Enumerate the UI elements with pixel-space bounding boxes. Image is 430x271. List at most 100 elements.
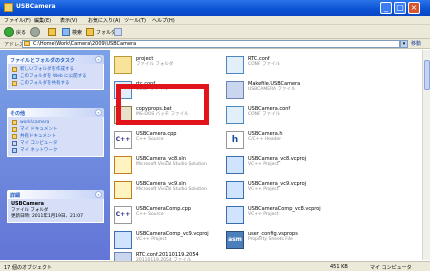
web-publish-icon: [12, 74, 17, 79]
place-label: 共有ドキュメント: [20, 134, 56, 139]
vcproj-file-icon: [114, 231, 132, 249]
vcproj-file-icon: [226, 156, 244, 174]
details-header[interactable]: 詳細 «: [7, 190, 104, 199]
place-my-documents[interactable]: マイ ドキュメント: [11, 126, 100, 133]
file-tasks-body: 新しいフォルダを作成する このフォルダを Web に公開する このフォルダを共有…: [7, 64, 104, 90]
folders-label[interactable]: フォルダ: [96, 29, 116, 36]
place-label: マイ ネットワーク: [20, 148, 58, 153]
collapse-icon[interactable]: «: [95, 109, 102, 116]
file-tasks-panel: ファイルとフォルダのタスク « 新しいフォルダを作成する このフォルダを Web…: [7, 55, 104, 90]
place-my-network[interactable]: マイ ネットワーク: [11, 147, 100, 154]
address-dropdown-icon[interactable]: ▾: [400, 40, 408, 48]
task-label: このフォルダを共有する: [20, 81, 70, 86]
address-bar: アドレス(D) C:\Home\Work\Camera\2009\USBCame…: [0, 39, 430, 49]
file-item-makefile[interactable]: Makefile.USBCamera USBCAMERA ファイル: [222, 79, 372, 103]
cpp-file-icon: C++: [114, 206, 132, 224]
place-label: マイ コンピュータ: [20, 141, 58, 146]
task-new-folder[interactable]: 新しいフォルダを作成する: [11, 66, 100, 73]
search-icon[interactable]: [62, 28, 70, 36]
file-tasks-title: ファイルとフォルダのタスク: [10, 58, 76, 64]
forward-icon[interactable]: [30, 27, 40, 37]
menu-file[interactable]: ファイル(F): [4, 17, 31, 24]
file-list: project ファイル フォルダ RTC.conf CONF ファイル rtc…: [110, 50, 422, 270]
place-label: work\camera: [20, 120, 50, 125]
status-location: マイ コンピュータ: [370, 265, 412, 271]
cpp-file-icon: C++: [114, 131, 132, 149]
new-folder-icon: [12, 67, 17, 72]
solution-file-icon: [114, 181, 132, 199]
folder-icon: [114, 56, 132, 74]
file-item-vc9-vcproj[interactable]: USBCamera_vc9.vcproj VC++ Project: [222, 179, 372, 203]
go-button[interactable]: 移動: [411, 40, 421, 47]
menu-favorites[interactable]: お気に入り(A): [88, 17, 120, 24]
details-modified: 更新日時: 2011年1月19日、21:07: [11, 214, 83, 219]
config-file-icon: [226, 106, 244, 124]
folder-icon: [4, 3, 13, 12]
address-folder-icon: [24, 41, 30, 46]
status-size: 451 KB: [330, 264, 348, 270]
title-bar: USBCamera _ □ ×: [0, 0, 430, 16]
config-file-icon: [226, 56, 244, 74]
back-icon[interactable]: [4, 27, 14, 37]
file-tasks-header[interactable]: ファイルとフォルダのタスク «: [7, 55, 104, 64]
vertical-scrollbar[interactable]: [422, 50, 430, 260]
collapse-icon[interactable]: «: [95, 56, 102, 63]
file-item-vc8-vcproj[interactable]: USBCamera_vc8.vcproj VC++ Project: [222, 154, 372, 178]
makefile-icon: [226, 81, 244, 99]
other-places-panel: その他 « work\camera マイ ドキュメント 共有ドキュメント マイ …: [7, 108, 104, 157]
minimize-button[interactable]: _: [380, 2, 392, 14]
other-places-body: work\camera マイ ドキュメント 共有ドキュメント マイ コンピュータ…: [7, 117, 104, 157]
details-name: USBCamera: [11, 201, 44, 207]
highlight-box: [116, 84, 209, 125]
status-bar: 17 個のオブジェクト 451 KB マイ コンピュータ: [0, 261, 430, 271]
share-folder-icon: [12, 81, 17, 86]
menu-view[interactable]: 表示(V): [60, 17, 77, 24]
solution-file-icon: [114, 156, 132, 174]
task-label: このフォルダを Web に公開する: [20, 74, 87, 79]
menu-help[interactable]: ヘルプ(H): [152, 17, 175, 24]
menu-tools[interactable]: ツール(T): [124, 17, 146, 24]
maximize-button[interactable]: □: [394, 2, 406, 14]
address-input[interactable]: C:\Home\Work\Camera\2009\USBCamera: [22, 40, 400, 48]
close-button[interactable]: ×: [408, 2, 420, 14]
other-places-header[interactable]: その他 «: [7, 108, 104, 117]
scrollbar-thumb[interactable]: [424, 60, 430, 90]
task-label: 新しいフォルダを作成する: [20, 67, 74, 72]
computer-icon: [12, 141, 17, 146]
file-item-rtc-conf-upper[interactable]: RTC.conf CONF ファイル: [222, 54, 372, 78]
documents-icon: [12, 127, 17, 132]
address-path: C:\Home\Work\Camera\2009\USBCamera: [33, 41, 137, 47]
place-shared-documents[interactable]: 共有ドキュメント: [11, 133, 100, 140]
task-share-folder[interactable]: このフォルダを共有する: [11, 80, 100, 87]
details-panel: 詳細 « USBCamera ファイル フォルダ 更新日時: 2011年1月19…: [7, 190, 104, 223]
details-body: USBCamera ファイル フォルダ 更新日時: 2011年1月19日、21:…: [7, 199, 104, 223]
toolbar: 戻る 検索 フォルダ: [0, 25, 430, 39]
task-pane: ファイルとフォルダのタスク « 新しいフォルダを作成する このフォルダを Web…: [0, 50, 110, 260]
vsprops-file-icon: asm: [226, 231, 244, 249]
window-title: USBCamera: [16, 3, 56, 10]
other-places-title: その他: [10, 111, 26, 117]
file-item-comp-vc8-vcproj[interactable]: USBCameraComp_vc8.vcproj VC++ Project: [222, 204, 372, 228]
folders-icon[interactable]: [86, 28, 94, 36]
views-icon[interactable]: [114, 28, 122, 36]
header-file-icon: h: [226, 131, 244, 149]
status-object-count: 17 個のオブジェクト: [4, 265, 52, 271]
folder-icon: [12, 120, 17, 125]
back-label[interactable]: 戻る: [16, 29, 26, 36]
menu-bar: ファイル(F) 編集(E) 表示(V) お気に入り(A) ツール(T) ヘルプ(…: [0, 16, 430, 25]
network-icon: [12, 148, 17, 153]
task-publish-web[interactable]: このフォルダを Web に公開する: [11, 73, 100, 80]
place-my-computer[interactable]: マイ コンピュータ: [11, 140, 100, 147]
file-item-usbcamera-conf[interactable]: USBCamera.conf CONF ファイル: [222, 104, 372, 128]
vcproj-file-icon: [226, 181, 244, 199]
details-title: 詳細: [10, 193, 21, 199]
place-label: マイ ドキュメント: [20, 127, 58, 132]
up-folder-icon[interactable]: [48, 28, 56, 36]
search-label[interactable]: 検索: [72, 29, 82, 36]
shared-documents-icon: [12, 134, 17, 139]
menu-edit[interactable]: 編集(E): [34, 17, 51, 24]
place-camera[interactable]: work\camera: [11, 119, 100, 126]
collapse-icon[interactable]: «: [95, 191, 102, 198]
vcproj-file-icon: [226, 206, 244, 224]
file-item-usbcamera-h[interactable]: h USBCamera.h C/C++ Header: [222, 129, 372, 153]
